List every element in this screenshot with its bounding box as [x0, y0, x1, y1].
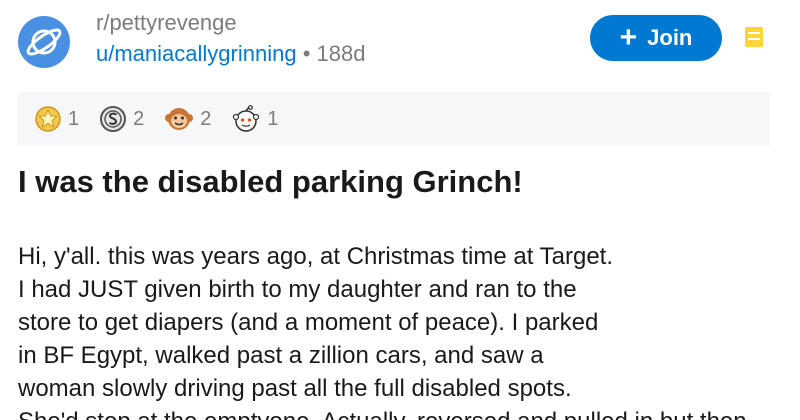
awards-bar: 1 2 2 1 — [18, 92, 770, 146]
planet-icon — [26, 28, 62, 56]
body-line: I had JUST given birth to my daughter an… — [18, 276, 577, 303]
award-count: 1 — [68, 107, 80, 130]
subreddit-avatar[interactable] — [18, 16, 70, 68]
post-body: Hi, y'all. this was years ago, at Christ… — [18, 240, 793, 420]
body-line: store to get diapers (and a moment of pe… — [18, 309, 599, 336]
body-line: woman slowly driving past all the full d… — [18, 375, 572, 402]
monkey-face-award-icon — [165, 108, 194, 130]
body-line: in BF Egypt, walked past a zillion cars,… — [18, 342, 544, 369]
silver-coin-award-icon — [100, 106, 127, 132]
post-header: r/pettyrevenge u/maniacallygrinning • 18… — [0, 0, 800, 80]
award-count: 2 — [133, 107, 145, 130]
award-item[interactable]: 2 — [164, 105, 211, 133]
body-line: She'd stop at the emptyone. Actually, re… — [18, 405, 793, 420]
plus-icon: + — [619, 21, 638, 54]
post-meta: u/maniacallygrinning • 188d — [96, 41, 365, 67]
subreddit-name[interactable]: r/pettyrevenge — [96, 10, 237, 36]
award-item[interactable]: 1 — [231, 105, 279, 133]
award-count: 1 — [267, 107, 279, 130]
award-count: 2 — [200, 107, 212, 130]
body-line: Hi, y'all. this was years ago, at Christ… — [18, 243, 614, 270]
snoo-face-award-icon — [233, 105, 260, 132]
post-age: 188d — [316, 41, 366, 66]
post-title[interactable]: I was the disabled parking Grinch! — [18, 164, 523, 200]
join-button-label: Join — [647, 25, 693, 50]
award-item[interactable]: 1 — [34, 105, 79, 133]
meta-separator: • — [302, 41, 311, 66]
join-button[interactable]: + Join — [590, 15, 722, 61]
award-item[interactable]: 2 — [99, 105, 144, 133]
menu-icon[interactable] — [745, 27, 763, 47]
gold-star-award-icon — [35, 106, 61, 132]
author-username[interactable]: u/maniacallygrinning — [96, 41, 297, 66]
